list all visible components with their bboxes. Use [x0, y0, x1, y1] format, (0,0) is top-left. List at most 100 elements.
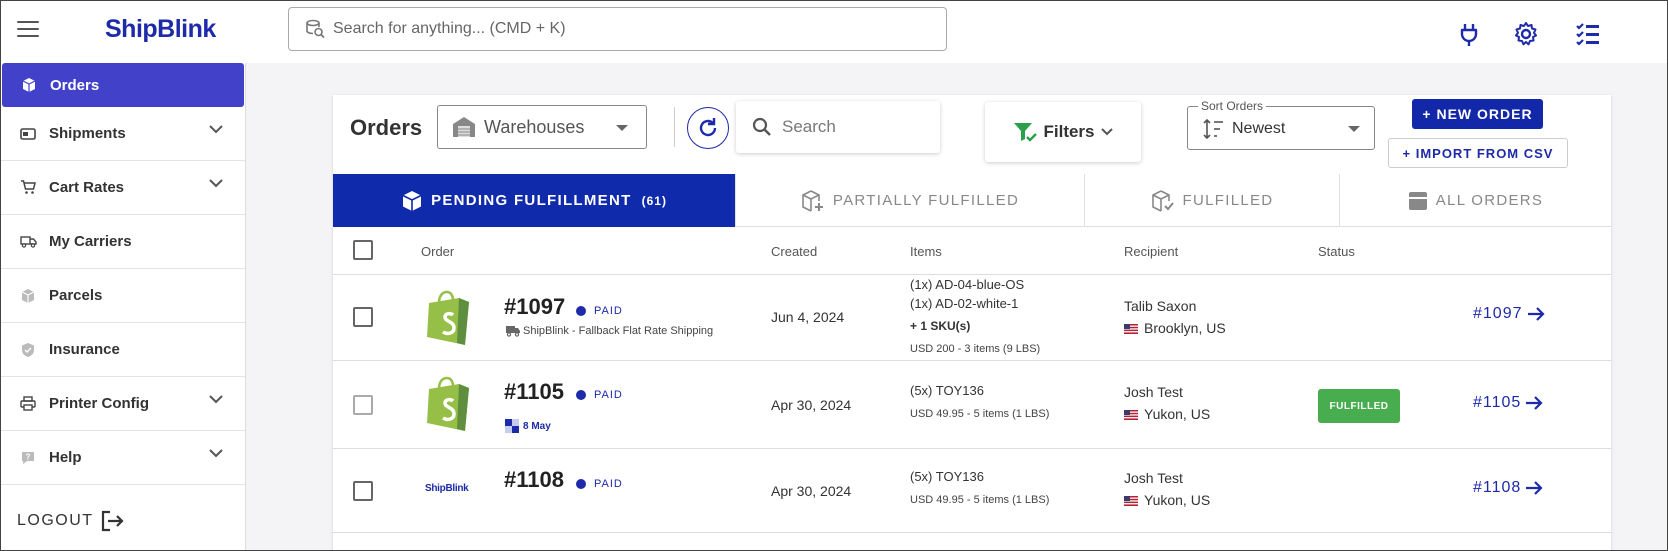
recipient-name: Josh Test: [1124, 470, 1183, 486]
calendar-icon: [505, 419, 519, 433]
recipient-name: Talib Saxon: [1124, 298, 1197, 314]
orders-search[interactable]: [736, 101, 940, 153]
row-checkbox[interactable]: [353, 481, 373, 501]
chevron-down-icon: [1100, 128, 1113, 136]
us-flag-icon: [1124, 324, 1138, 335]
box-icon: [401, 190, 423, 212]
sidebar-item-insurance[interactable]: Insurance: [1, 323, 245, 377]
tab-all-orders[interactable]: ALL ORDERS: [1340, 174, 1611, 227]
row-checkbox[interactable]: [353, 395, 373, 415]
arrow-right-icon: [1527, 307, 1545, 321]
sidebar-item-help[interactable]: ? Help: [1, 431, 245, 485]
new-order-button[interactable]: + NEW ORDER: [1412, 99, 1543, 129]
date-tag-label: 8 May: [523, 420, 551, 432]
order-summary: USD 49.95 - 5 items (1 LBS): [910, 494, 1050, 506]
orders-search-input[interactable]: [782, 117, 922, 137]
filters-button[interactable]: Filters: [985, 102, 1141, 162]
shipment-icon: [19, 126, 37, 142]
logout-button[interactable]: LOGOUT: [17, 510, 124, 532]
sidebar-item-my-carriers[interactable]: My Carriers: [1, 215, 245, 269]
menu-icon[interactable]: [17, 21, 39, 39]
tab-label: PENDING FULFILLMENT: [431, 192, 632, 209]
import-csv-button[interactable]: + IMPORT FROM CSV: [1388, 138, 1568, 168]
status-dot: [576, 479, 586, 489]
filter-check-icon: [1014, 123, 1038, 142]
order-link[interactable]: #1105: [1473, 394, 1543, 412]
box-icon: [20, 77, 38, 93]
database-search-icon: [306, 19, 325, 39]
global-search-input[interactable]: [333, 20, 893, 38]
sidebar-item-orders[interactable]: Orders: [2, 63, 244, 107]
sidebar-item-label: Printer Config: [49, 395, 149, 412]
payment-status-label: PAID: [594, 478, 623, 490]
refresh-button[interactable]: [687, 107, 729, 149]
sidebar-item-printer-config[interactable]: Printer Config: [1, 377, 245, 431]
plug-icon[interactable]: [1456, 21, 1482, 47]
divider: [674, 107, 675, 147]
tab-label: FULFILLED: [1182, 192, 1274, 209]
sort-orders-select[interactable]: Sort Orders Newest: [1187, 99, 1375, 150]
logout-icon: [101, 510, 124, 532]
status-dot: [576, 306, 586, 316]
sort-orders-value: Newest: [1232, 120, 1286, 137]
gear-icon[interactable]: [1513, 21, 1539, 47]
sidebar-item-label: Parcels: [49, 287, 103, 304]
payment-status: PAID: [576, 305, 623, 317]
shipping-method: ShipBlink - Fallback Flat Rate Shipping: [505, 325, 713, 337]
table-row[interactable]: #1097 PAID ShipBlink - Fallback Flat Rat…: [333, 275, 1611, 361]
column-header-created: Created: [771, 244, 818, 259]
app-frame: ShipBlink Orders: [0, 0, 1668, 551]
column-header-recipient: Recipient: [1124, 244, 1179, 259]
sidebar-item-cart-rates[interactable]: Cart Rates: [1, 161, 245, 215]
payment-status-label: PAID: [594, 305, 623, 317]
warehouse-select[interactable]: Warehouses: [437, 105, 647, 149]
order-link[interactable]: #1108: [1473, 479, 1543, 497]
global-search[interactable]: [288, 7, 947, 51]
item-line: (5x) TOY136: [910, 469, 984, 484]
shopify-logo-icon: [427, 376, 469, 431]
recipient-name: Josh Test: [1124, 384, 1183, 400]
sidebar-item-label: Orders: [50, 76, 100, 94]
shipping-method-label: ShipBlink - Fallback Flat Rate Shipping: [523, 325, 714, 337]
orders-card: Orders Warehouses Filters Sort Orders Ne…: [333, 95, 1611, 550]
tab-fulfilled[interactable]: FULFILLED: [1085, 174, 1340, 227]
recipient-location: Yukon, US: [1124, 406, 1210, 422]
recipient-location-label: Brooklyn, US: [1144, 320, 1226, 336]
row-checkbox[interactable]: [353, 307, 373, 327]
order-number: #1108: [504, 467, 564, 492]
help-icon: ?: [19, 450, 37, 466]
box-check-icon: [1151, 189, 1175, 212]
recipient-location-label: Yukon, US: [1144, 406, 1211, 422]
chevron-down-icon[interactable]: [209, 449, 223, 458]
order-link-label: #1097: [1473, 305, 1523, 322]
page-title: Orders: [350, 115, 423, 140]
payment-status: PAID: [576, 478, 623, 490]
svg-text:?: ?: [26, 452, 31, 461]
printer-icon: [19, 396, 37, 412]
created-date: Apr 30, 2024: [771, 397, 852, 413]
order-link[interactable]: #1097: [1473, 305, 1545, 323]
select-all-checkbox[interactable]: [353, 240, 373, 260]
table-row[interactable]: #1105 PAID 8 May Apr 30, 2024 (5x) TOY13…: [333, 361, 1611, 449]
tab-pending-fulfillment[interactable]: PENDING FULFILLMENT (61): [333, 174, 736, 227]
tab-label: PARTIALLY FULFILLED: [832, 192, 1020, 209]
logo[interactable]: ShipBlink: [105, 15, 216, 44]
payment-status: PAID: [576, 389, 623, 401]
sidebar-item-parcels[interactable]: Parcels: [1, 269, 245, 323]
sidebar-item-label: Cart Rates: [49, 179, 125, 196]
truck-icon: [506, 326, 520, 337]
checklist-icon[interactable]: [1575, 21, 1601, 47]
order-number: #1097: [504, 294, 566, 319]
chevron-down-icon[interactable]: [209, 179, 223, 188]
shipblink-source-logo: ShipBlink: [425, 483, 469, 494]
chevron-down-icon[interactable]: [209, 125, 223, 134]
us-flag-icon: [1124, 410, 1138, 421]
chevron-down-icon[interactable]: [209, 395, 223, 404]
arrow-right-icon: [1526, 396, 1543, 410]
sort-icon: [1203, 118, 1223, 140]
recipient-location: Yukon, US: [1124, 492, 1210, 508]
table-header: Order Created Items Recipient Status: [333, 227, 1611, 275]
sidebar-item-shipments[interactable]: Shipments: [1, 107, 245, 161]
table-row[interactable]: ShipBlink #1108 PAID Apr 30, 2024 (5x) T…: [333, 449, 1611, 533]
tab-partially-fulfilled[interactable]: PARTIALLY FULFILLED: [736, 174, 1085, 227]
